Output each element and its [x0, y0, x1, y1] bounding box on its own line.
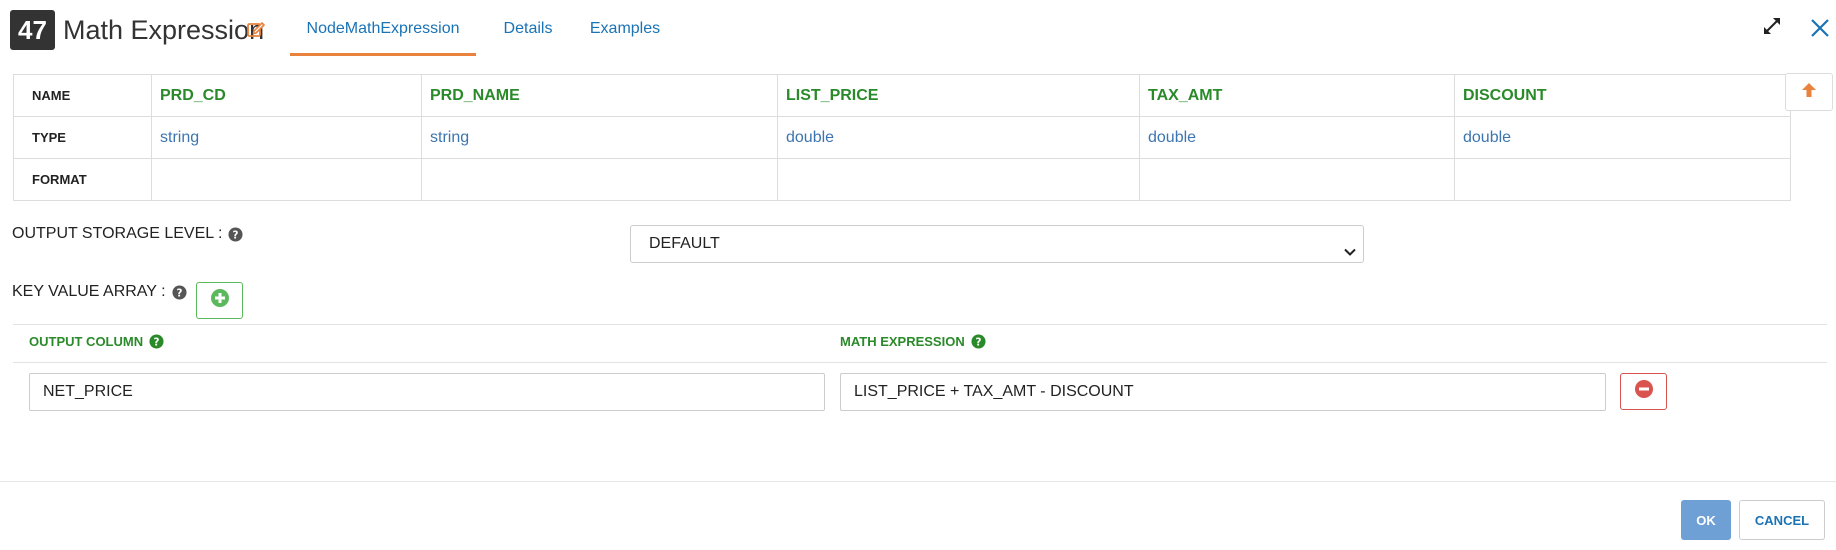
svg-text:?: ?	[176, 287, 182, 299]
svg-text:?: ?	[975, 336, 981, 348]
arrow-up-icon	[1800, 81, 1818, 104]
row-header-format: FORMAT	[13, 158, 152, 201]
cancel-button[interactable]: CANCEL	[1739, 500, 1825, 540]
row-header-type: TYPE	[13, 116, 152, 159]
add-row-button[interactable]	[196, 282, 243, 319]
column-name-cell: PRD_NAME	[421, 74, 778, 117]
math-expression-header-text: MATH EXPRESSION	[840, 334, 965, 349]
chevron-down-icon	[1343, 237, 1357, 256]
plus-circle-icon	[210, 288, 230, 313]
close-x-icon[interactable]	[1808, 16, 1832, 40]
output-column-header-text: OUTPUT COLUMN	[29, 334, 144, 349]
schema-table: NAME PRD_CD PRD_NAME LIST_PRICE TAX_AMT …	[13, 74, 1791, 201]
expand-arrows-icon[interactable]	[1762, 16, 1782, 36]
tab-node-math-expression[interactable]: NodeMathExpression	[290, 0, 476, 56]
column-type-cell: string	[151, 116, 422, 159]
question-circle-icon[interactable]: ?	[971, 334, 986, 349]
remove-row-button[interactable]	[1620, 373, 1667, 410]
storage-selected-value: DEFAULT	[649, 235, 720, 252]
column-name-cell: DISCOUNT	[1454, 74, 1791, 117]
column-type-cell: double	[1454, 116, 1791, 159]
math-expression-input[interactable]	[840, 373, 1606, 411]
output-column-header: OUTPUT COLUMN ?	[29, 334, 164, 349]
dialog-header: 47 Math Expression NodeMathExpression De…	[0, 0, 1836, 60]
output-storage-level-select[interactable]: DEFAULT	[630, 225, 1364, 263]
tab-examples[interactable]: Examples	[584, 0, 666, 56]
kv-table-top-border	[13, 324, 1827, 325]
minus-circle-icon	[1634, 379, 1654, 404]
column-format-cell	[151, 158, 422, 201]
footer-divider	[0, 481, 1836, 482]
key-value-array-label: KEY VALUE ARRAY : ?	[12, 283, 187, 301]
node-number-badge: 47	[10, 10, 55, 50]
svg-text:?: ?	[154, 336, 160, 348]
question-circle-icon[interactable]: ?	[228, 226, 243, 242]
output-storage-level-label: OUTPUT STORAGE LEVEL : ?	[12, 225, 243, 243]
column-name-cell: PRD_CD	[151, 74, 422, 117]
column-name-cell: LIST_PRICE	[777, 74, 1140, 117]
output-column-input[interactable]	[29, 373, 825, 411]
column-type-cell: string	[421, 116, 778, 159]
schema-row-type: TYPE string string double double double	[13, 116, 1791, 159]
kv-table-header-border	[13, 362, 1827, 363]
row-header-name: NAME	[13, 74, 152, 117]
output-storage-level-text: OUTPUT STORAGE LEVEL :	[12, 225, 223, 242]
svg-text:?: ?	[233, 229, 239, 241]
column-format-cell	[421, 158, 778, 201]
edit-icon[interactable]	[246, 19, 266, 39]
column-type-cell: double	[777, 116, 1140, 159]
question-circle-icon[interactable]: ?	[172, 284, 187, 300]
key-value-array-text: KEY VALUE ARRAY :	[12, 283, 166, 300]
node-title: Math Expression	[63, 15, 265, 45]
ok-button[interactable]: OK	[1681, 500, 1731, 540]
tab-details[interactable]: Details	[496, 0, 560, 56]
scroll-to-top-button[interactable]	[1785, 73, 1833, 111]
column-format-cell	[1139, 158, 1455, 201]
schema-row-format: FORMAT	[13, 158, 1791, 201]
column-format-cell	[1454, 158, 1791, 201]
column-name-cell: TAX_AMT	[1139, 74, 1455, 117]
column-format-cell	[777, 158, 1140, 201]
column-type-cell: double	[1139, 116, 1455, 159]
math-expression-header: MATH EXPRESSION ?	[840, 334, 986, 349]
schema-row-name: NAME PRD_CD PRD_NAME LIST_PRICE TAX_AMT …	[13, 74, 1791, 117]
question-circle-icon[interactable]: ?	[149, 334, 164, 349]
